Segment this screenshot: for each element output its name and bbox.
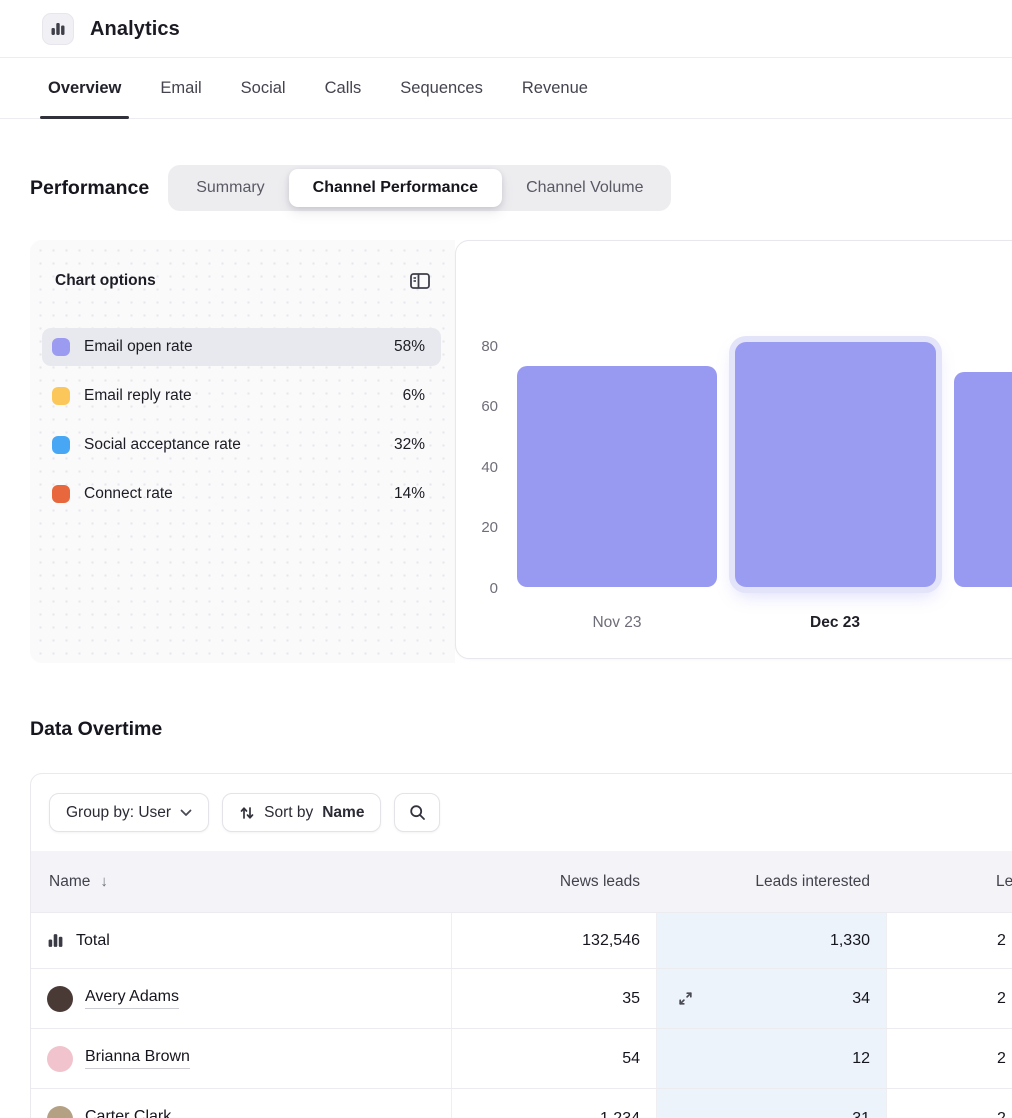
user-name-link[interactable]: Carter Clark	[85, 1108, 171, 1118]
table-header-row: Name ↓ News leads Leads interested Le	[31, 851, 1012, 912]
bar-dec-23-highlighted[interactable]	[735, 342, 936, 587]
segment-summary[interactable]: Summary	[172, 169, 288, 207]
table-row-total[interactable]: Total 132,546 1,330 2	[31, 912, 1012, 968]
sidebar-panel-icon	[409, 272, 431, 290]
table-toolbar: Group by: User Sort by Name	[31, 774, 1012, 851]
segment-channel-performance[interactable]: Channel Performance	[289, 169, 502, 207]
sort-by-button[interactable]: Sort by Name	[222, 793, 381, 832]
collapse-panel-button[interactable]	[407, 270, 433, 292]
section-title-data-overtime: Data Overtime	[30, 718, 162, 741]
avatar	[47, 1106, 73, 1118]
search-button[interactable]	[394, 793, 440, 832]
y-axis-tick: 60	[462, 397, 498, 417]
cell-clipped: 2	[886, 1029, 1012, 1088]
page-title: Analytics	[90, 0, 180, 58]
cell-news-leads: 35	[451, 969, 656, 1028]
analytics-screen: Analytics Overview Email Social Calls Se…	[0, 0, 1012, 1118]
y-axis-tick: 80	[462, 337, 498, 357]
metric-legend-list: Email open rate 58% Email reply rate 6% …	[30, 328, 455, 513]
performance-view-switcher: Summary Channel Performance Channel Volu…	[168, 165, 671, 211]
data-overtime-table-card: Group by: User Sort by Name	[30, 773, 1012, 1118]
legend-item-social-acceptance-rate[interactable]: Social acceptance rate 32%	[42, 426, 441, 464]
chart-options-panel: Chart options Email open rate 58% Email …	[30, 240, 455, 663]
metric-color-dot	[52, 387, 70, 405]
row-label: Total	[76, 932, 110, 950]
tab-sequences[interactable]: Sequences	[399, 58, 484, 118]
cell-leads-interested: 12	[656, 1029, 886, 1088]
x-axis-label: Nov 23	[517, 614, 717, 632]
section-title-performance: Performance	[30, 177, 149, 200]
cell-leads-interested: 1,330	[656, 913, 886, 968]
cell-leads-interested: 34	[656, 969, 886, 1028]
user-name-link[interactable]: Brianna Brown	[85, 1048, 190, 1069]
tab-email[interactable]: Email	[159, 58, 202, 118]
bar-chart-icon	[47, 932, 64, 949]
metric-color-dot	[52, 436, 70, 454]
main-nav-tabs: Overview Email Social Calls Sequences Re…	[0, 58, 1012, 119]
avatar	[47, 986, 73, 1012]
legend-item-email-reply-rate[interactable]: Email reply rate 6%	[42, 377, 441, 415]
cell-news-leads: 1,234	[451, 1089, 656, 1118]
column-header-news-leads[interactable]: News leads	[451, 851, 656, 912]
column-header-leads-interested[interactable]: Leads interested	[656, 851, 886, 912]
avatar	[47, 1046, 73, 1072]
y-axis-tick: 40	[462, 458, 498, 478]
bar-next-period-clipped[interactable]	[954, 372, 1012, 587]
y-axis-tick: 20	[462, 518, 498, 538]
tab-overview[interactable]: Overview	[47, 58, 122, 118]
search-icon	[409, 804, 426, 821]
column-header-name[interactable]: Name ↓	[31, 851, 451, 912]
sort-arrows-icon	[239, 805, 255, 821]
channel-performance-chart: 80 60 40 20 0 Nov 23 Dec 23	[455, 240, 1012, 659]
table-row-avery-adams[interactable]: Avery Adams 35 34 2	[31, 968, 1012, 1028]
expand-icon	[677, 990, 694, 1007]
cell-news-leads: 54	[451, 1029, 656, 1088]
tab-revenue[interactable]: Revenue	[521, 58, 589, 118]
analytics-logo	[42, 13, 74, 45]
x-axis-label-active: Dec 23	[735, 614, 935, 632]
legend-item-connect-rate[interactable]: Connect rate 14%	[42, 475, 441, 513]
cell-clipped: 2	[886, 1089, 1012, 1118]
chart-options-title: Chart options	[55, 272, 156, 290]
table-row-carter-clark[interactable]: Carter Clark 1,234 31 2	[31, 1088, 1012, 1118]
segment-channel-volume[interactable]: Channel Volume	[502, 169, 667, 207]
sort-desc-arrow-icon: ↓	[100, 873, 108, 890]
chevron-down-icon	[180, 809, 192, 817]
cell-clipped: 2	[886, 969, 1012, 1028]
bar-nov-23[interactable]	[517, 366, 717, 587]
expand-cell-button[interactable]	[677, 990, 694, 1007]
y-axis-tick: 0	[462, 579, 498, 599]
column-header-clipped[interactable]: Le	[886, 851, 1012, 912]
performance-header: Performance Summary Channel Performance …	[30, 165, 671, 211]
bar-chart-icon	[50, 21, 66, 37]
legend-item-email-open-rate[interactable]: Email open rate 58%	[42, 328, 441, 366]
tab-calls[interactable]: Calls	[324, 58, 363, 118]
cell-clipped: 2	[886, 913, 1012, 968]
metric-color-dot	[52, 338, 70, 356]
cell-news-leads: 132,546	[451, 913, 656, 968]
metric-color-dot	[52, 485, 70, 503]
tab-social[interactable]: Social	[240, 58, 287, 118]
group-by-dropdown[interactable]: Group by: User	[49, 793, 209, 832]
top-bar: Analytics	[0, 0, 1012, 58]
cell-leads-interested: 31	[656, 1089, 886, 1118]
user-name-link[interactable]: Avery Adams	[85, 988, 179, 1009]
table-row-brianna-brown[interactable]: Brianna Brown 54 12 2	[31, 1028, 1012, 1088]
